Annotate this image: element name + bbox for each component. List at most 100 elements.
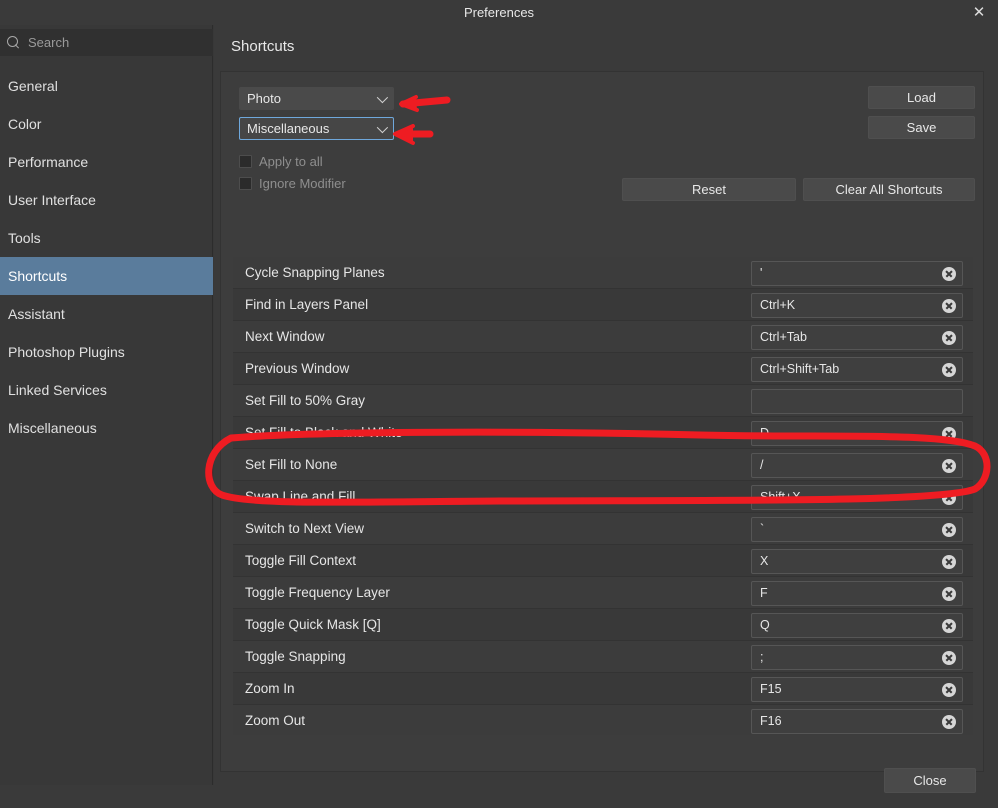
shortcuts-panel: Photo Miscellaneous Apply to all Ignore … [220,71,984,772]
search-input[interactable] [28,35,213,50]
apply-to-all-checkbox[interactable] [239,155,252,168]
shortcut-key-value: D [760,426,770,440]
sidebar: GeneralColorPerformanceUser InterfaceToo… [0,25,213,785]
ignore-modifier-label: Ignore Modifier [259,176,346,191]
shortcut-key-input[interactable] [751,389,963,414]
shortcut-command-label: Toggle Quick Mask [Q] [245,617,381,632]
clear-shortcut-icon[interactable] [942,555,956,569]
clear-shortcut-icon[interactable] [942,331,956,345]
close-icon[interactable]: ✕ [968,2,990,24]
shortcut-key-input[interactable]: ; [751,645,963,670]
shortcut-command-label: Zoom In [245,681,295,696]
clear-shortcut-icon[interactable] [942,459,956,473]
shortcut-key-input[interactable]: Q [751,613,963,638]
sidebar-item-color[interactable]: Color [0,105,213,143]
shortcut-command-label: Switch to Next View [245,521,365,536]
table-row[interactable]: Toggle Fill Context X [233,545,973,577]
sidebar-item-assistant[interactable]: Assistant [0,295,213,333]
shortcut-key-value: ' [760,266,763,280]
clear-shortcut-icon[interactable] [942,683,956,697]
shortcut-key-value: X [760,554,769,568]
shortcut-command-label: Zoom Out [245,713,306,728]
window-title: Preferences [463,5,535,20]
chevron-down-icon [376,91,389,104]
sidebar-item-shortcuts[interactable]: Shortcuts [0,257,213,295]
shortcut-command-label: Toggle Snapping [245,649,346,664]
shortcut-key-input[interactable]: ` [751,517,963,542]
search-icon [7,35,21,50]
table-row[interactable]: Swap Line and Fill Shift+X [233,481,973,513]
shortcut-command-label: Toggle Fill Context [245,553,357,568]
sidebar-item-general[interactable]: General [0,67,213,105]
sidebar-item-performance[interactable]: Performance [0,143,213,181]
persona-select-value: Photo [247,91,281,106]
shortcut-key-input[interactable]: ' [751,261,963,286]
sidebar-item-user-interface[interactable]: User Interface [0,181,213,219]
shortcut-key-input[interactable]: / [751,453,963,478]
shortcut-command-label: Set Fill to Black and White [245,425,403,440]
shortcut-key-input[interactable]: F16 [751,709,963,734]
shortcut-key-value: Ctrl+Shift+Tab [760,362,840,376]
table-row[interactable]: Toggle Quick Mask [Q] Q [233,609,973,641]
save-button[interactable]: Save [868,116,975,139]
table-row[interactable]: Set Fill to 50% Gray [233,385,973,417]
clear-shortcut-icon[interactable] [942,619,956,633]
shortcut-key-value: Shift+X [760,490,801,504]
clear-shortcut-icon[interactable] [942,427,956,441]
apply-to-all-checkbox-row[interactable]: Apply to all [239,154,323,169]
shortcut-key-input[interactable]: Ctrl+Shift+Tab [751,357,963,382]
shortcut-key-value: / [760,458,764,472]
clear-shortcut-icon[interactable] [942,651,956,665]
table-row[interactable]: Toggle Snapping; [233,641,973,673]
shortcut-key-input[interactable]: F15 [751,677,963,702]
shortcut-command-label: Previous Window [245,361,350,376]
shortcut-command-label: Next Window [245,329,325,344]
table-row[interactable]: Zoom In F15 [233,673,973,705]
table-row[interactable]: Switch to Next View ` [233,513,973,545]
shortcut-key-input[interactable]: F [751,581,963,606]
category-select[interactable]: Miscellaneous [239,117,394,140]
table-row[interactable]: Previous Window Ctrl+Shift+Tab [233,353,973,385]
clear-shortcut-icon[interactable] [942,299,956,313]
sidebar-item-tools[interactable]: Tools [0,219,213,257]
load-button[interactable]: Load [868,86,975,109]
footer-bar [0,785,998,808]
shortcut-key-input[interactable]: Ctrl+Tab [751,325,963,350]
table-row[interactable]: Toggle Frequency Layer F [233,577,973,609]
table-row[interactable]: Set Fill to None / [233,449,973,481]
clear-shortcut-icon[interactable] [942,363,956,377]
shortcut-key-input[interactable]: Shift+X [751,485,963,510]
table-row[interactable]: Zoom Out F16 [233,705,973,735]
shortcut-key-input[interactable]: X [751,549,963,574]
clear-shortcut-icon[interactable] [942,523,956,537]
shortcut-command-label: Swap Line and Fill [245,489,356,504]
clear-all-shortcuts-button[interactable]: Clear All Shortcuts [803,178,975,201]
clear-shortcut-icon[interactable] [942,587,956,601]
sidebar-item-photoshop-plugins[interactable]: Photoshop Plugins [0,333,213,371]
shortcut-key-value: Ctrl+Tab [760,330,807,344]
table-row[interactable]: Cycle Snapping Planes ' [233,257,973,289]
preferences-window: Preferences ✕ GeneralColorPerformanceUse… [0,0,998,808]
persona-select[interactable]: Photo [239,87,394,110]
table-row[interactable]: Next Window Ctrl+Tab [233,321,973,353]
shortcut-command-label: Set Fill to None [245,457,338,472]
table-row[interactable]: Set Fill to Black and White D [233,417,973,449]
page-title: Shortcuts [231,38,295,55]
shortcut-command-label: Toggle Frequency Layer [245,585,390,600]
close-button[interactable]: Close [884,768,976,793]
ignore-modifier-checkbox[interactable] [239,177,252,190]
shortcut-key-input[interactable]: Ctrl+K [751,293,963,318]
main-content: Shortcuts Photo Miscellaneous Apply to a… [214,25,998,785]
shortcut-key-input[interactable]: D [751,421,963,446]
clear-shortcut-icon[interactable] [942,715,956,729]
sidebar-item-linked-services[interactable]: Linked Services [0,371,213,409]
reset-button[interactable]: Reset [622,178,796,201]
clear-shortcut-icon[interactable] [942,267,956,281]
chevron-down-icon [376,121,389,134]
table-row[interactable]: Find in Layers Panel Ctrl+K [233,289,973,321]
sidebar-item-miscellaneous[interactable]: Miscellaneous [0,409,213,447]
shortcut-key-value: ; [760,650,764,664]
search-box[interactable] [0,29,213,56]
ignore-modifier-checkbox-row[interactable]: Ignore Modifier [239,176,346,191]
clear-shortcut-icon[interactable] [942,491,956,505]
